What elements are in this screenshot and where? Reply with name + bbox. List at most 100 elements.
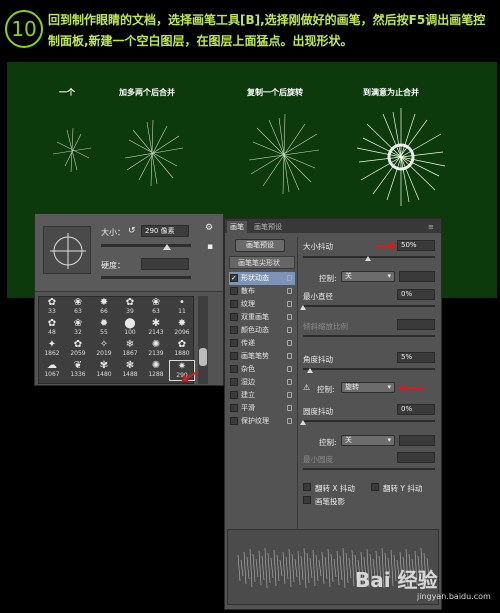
lock-icon[interactable] (287, 327, 292, 333)
brush-projection-checkbox[interactable] (303, 496, 311, 504)
brush-preset-cell[interactable]: ✿ 33 (39, 297, 65, 318)
settings-checkbox[interactable] (230, 378, 238, 386)
brush-presets-button[interactable]: 画笔预设 (235, 239, 285, 252)
flip-y-checkbox[interactable] (371, 483, 379, 491)
min-roundness-input[interactable] (397, 452, 435, 463)
tilt-scale-input[interactable] (397, 319, 435, 330)
lock-icon[interactable] (287, 275, 292, 281)
control-select-2[interactable]: 旋转 (341, 382, 395, 393)
new-preset-icon[interactable]: ▪ (207, 242, 213, 252)
brush-preset-cell[interactable]: ✦ 1862 (39, 339, 65, 360)
brush-preset-cell[interactable]: ❀ 63 (143, 297, 169, 318)
settings-checkbox[interactable] (230, 417, 238, 425)
brush-preset-cell[interactable]: ✿ 39 (117, 297, 143, 318)
angle-jitter-thumb[interactable] (307, 368, 313, 373)
settings-list-item[interactable]: 杂色 (229, 363, 295, 376)
lock-icon[interactable] (287, 379, 292, 385)
gear-icon[interactable]: ⚙ (205, 223, 213, 233)
stroke-preview-line (339, 555, 343, 581)
size-slider[interactable] (101, 244, 191, 247)
stamp-single (52, 127, 92, 173)
settings-checkbox[interactable] (230, 287, 238, 295)
tilt-scale-slider[interactable] (303, 335, 435, 337)
settings-checkbox[interactable] (230, 326, 238, 334)
settings-list-item[interactable]: 散布 (229, 285, 295, 298)
brush-tip-shape-item[interactable]: 画笔笔尖形状 (229, 256, 295, 269)
control-value-3[interactable] (399, 435, 435, 446)
hardness-slider[interactable] (101, 276, 191, 279)
reset-icon[interactable]: ↺ (128, 226, 136, 236)
brush-preset-cell[interactable]: ❄ 1867 (117, 339, 143, 360)
settings-checkbox[interactable] (230, 300, 238, 308)
settings-list-item[interactable]: ✓ 形状动态 (229, 272, 295, 285)
settings-list-item[interactable]: 湿边 (229, 376, 295, 389)
brush-preset-cell[interactable]: ✺ 2139 (143, 339, 169, 360)
settings-list-item[interactable]: 双重画笔 (229, 311, 295, 324)
hardness-input[interactable] (141, 258, 189, 270)
angle-jitter-input[interactable]: 5% (397, 352, 435, 363)
control-select-3[interactable]: 关 (341, 435, 395, 446)
brush-grid-scrollbar[interactable] (198, 296, 208, 384)
brush-preset-cell[interactable]: • 11 (169, 297, 195, 318)
tab-brush-presets[interactable]: 画笔预设 (251, 221, 285, 233)
min-diameter-thumb[interactable] (300, 305, 306, 310)
lock-icon[interactable] (287, 418, 292, 424)
brush-preset-cell[interactable]: ❀ 63 (65, 297, 91, 318)
control-select-1[interactable]: 关 (341, 271, 395, 282)
size-jitter-thumb[interactable] (365, 256, 371, 261)
min-diameter-input[interactable]: 0% (397, 289, 435, 300)
brush-preset-cell[interactable]: ✹ 55 (91, 318, 117, 339)
lock-icon[interactable] (287, 366, 292, 372)
roundness-jitter-input[interactable]: 0% (397, 404, 435, 415)
brush-preset-cell[interactable]: ✿ 1880 (169, 339, 195, 360)
brush-preset-cell[interactable]: ✧ 2019 (91, 339, 117, 360)
brush-preset-cell[interactable]: ✾ 1480 (91, 360, 117, 381)
brush-preset-cell[interactable]: ❃ 1488 (117, 360, 143, 381)
brush-preset-cell[interactable]: ✿ 2059 (65, 339, 91, 360)
brush-preset-cell[interactable]: ❀ 32 (65, 318, 91, 339)
min-diameter-slider[interactable] (303, 305, 435, 307)
brush-preset-cell[interactable]: ❦ 1336 (65, 360, 91, 381)
settings-list-item[interactable]: 传递 (229, 337, 295, 350)
settings-list-item[interactable]: 纹理 (229, 298, 295, 311)
flip-x-checkbox[interactable] (303, 483, 311, 491)
settings-checkbox[interactable] (230, 352, 238, 360)
brush-preset-cell[interactable]: ⬤ 100 (117, 318, 143, 339)
settings-checkbox[interactable]: ✓ (230, 274, 238, 282)
settings-list-item[interactable]: 颜色动态 (229, 324, 295, 337)
settings-list-item[interactable]: 平滑 (229, 402, 295, 415)
lock-icon[interactable] (287, 353, 292, 359)
size-input[interactable]: 290 像素 (141, 225, 189, 237)
lock-icon[interactable] (287, 314, 292, 320)
brush-preset-cell[interactable]: ✸ 66 (91, 297, 117, 318)
settings-checkbox[interactable] (230, 391, 238, 399)
roundness-jitter-slider[interactable] (303, 420, 435, 422)
stroke-preview-line (261, 555, 265, 581)
settings-list-item[interactable]: 保护纹理 (229, 415, 295, 428)
lock-icon[interactable] (287, 288, 292, 294)
size-slider-thumb[interactable] (163, 244, 171, 250)
settings-checkbox[interactable] (230, 339, 238, 347)
brush-preset-cell[interactable]: ✸ 2096 (169, 318, 195, 339)
min-roundness-slider[interactable] (303, 468, 435, 470)
tab-brush[interactable]: 画笔 (227, 221, 247, 233)
angle-jitter-slider[interactable] (303, 368, 435, 370)
roundness-jitter-thumb[interactable] (300, 420, 306, 425)
settings-checkbox[interactable] (230, 313, 238, 321)
settings-list-item[interactable]: 画笔笔势 (229, 350, 295, 363)
scrollbar-knob[interactable] (199, 348, 207, 366)
lock-icon[interactable] (287, 392, 292, 398)
lock-icon[interactable] (287, 340, 292, 346)
brush-preset-cell[interactable]: ✿ 48 (39, 318, 65, 339)
control-value-1[interactable] (399, 271, 435, 282)
settings-list-item[interactable]: 建立 (229, 389, 295, 402)
lock-icon[interactable] (287, 405, 292, 411)
lock-icon[interactable] (287, 301, 292, 307)
panel-menu-icon[interactable]: ≡ (425, 221, 437, 233)
brush-preset-cell[interactable]: ☁ 1067 (39, 360, 65, 381)
settings-checkbox[interactable] (230, 404, 238, 412)
brush-preset-cell[interactable]: ✱ 2143 (143, 318, 169, 339)
brush-preset-cell[interactable]: ✺ 1288 (143, 360, 169, 381)
size-jitter-input[interactable]: 50% (397, 240, 435, 251)
settings-checkbox[interactable] (230, 365, 238, 373)
